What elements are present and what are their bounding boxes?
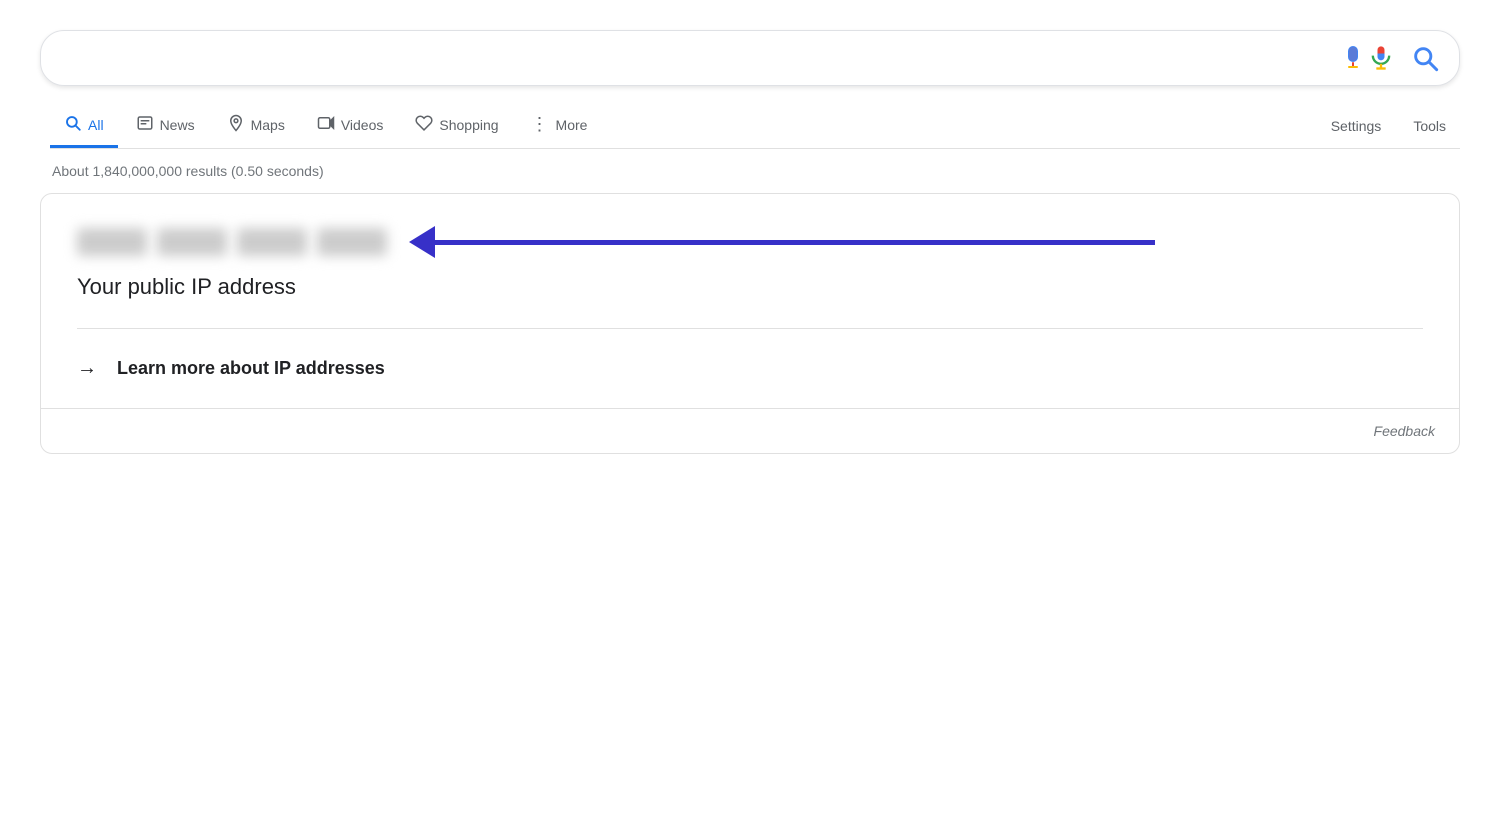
arrow-line <box>435 240 1155 245</box>
learn-more-text: Learn more about IP addresses <box>117 358 385 379</box>
more-icon: ⋮ <box>531 114 550 135</box>
tab-videos-label: Videos <box>341 117 384 133</box>
tab-more[interactable]: ⋮ More <box>517 104 602 148</box>
search-input[interactable]: what's my ip address <box>61 47 1339 70</box>
mic-icon-colored <box>1367 41 1395 75</box>
ip-section: Your public IP address <box>41 194 1459 328</box>
tab-videos[interactable]: Videos <box>303 104 398 148</box>
ip-label: Your public IP address <box>77 274 1423 300</box>
tab-all-label: All <box>88 117 104 133</box>
tools-link[interactable]: Tools <box>1399 108 1460 144</box>
arrow-head <box>409 226 435 258</box>
mic-button[interactable] <box>1339 41 1395 75</box>
right-arrow-icon: → <box>77 357 97 380</box>
learn-more-row[interactable]: → Learn more about IP addresses <box>41 329 1459 408</box>
ip-block-4 <box>317 228 387 256</box>
mic-icon <box>1339 44 1367 72</box>
ip-block-2 <box>157 228 227 256</box>
tab-shopping-label: Shopping <box>439 117 498 133</box>
feedback-link[interactable]: Feedback <box>1374 423 1435 439</box>
tab-all[interactable]: All <box>50 104 118 148</box>
shopping-icon <box>415 114 433 135</box>
ip-blurred <box>77 228 387 256</box>
ip-row <box>77 226 1423 258</box>
tab-news[interactable]: News <box>122 104 209 148</box>
all-icon <box>64 114 82 135</box>
ip-block-3 <box>237 228 307 256</box>
feedback-row: Feedback <box>41 409 1459 453</box>
search-bar: what's my ip address <box>40 30 1460 86</box>
nav-right: Settings Tools <box>1317 108 1460 144</box>
tab-maps-label: Maps <box>251 117 285 133</box>
maps-icon <box>227 114 245 135</box>
tab-news-label: News <box>160 117 195 133</box>
tab-shopping[interactable]: Shopping <box>401 104 512 148</box>
videos-icon <box>317 114 335 135</box>
search-button[interactable] <box>1411 44 1439 72</box>
arrow-annotation <box>411 226 1155 258</box>
results-count: About 1,840,000,000 results (0.50 second… <box>52 163 1460 179</box>
search-icons <box>1339 41 1439 75</box>
nav-tabs: All News Maps Videos <box>50 104 1460 149</box>
news-icon <box>136 114 154 135</box>
search-icon <box>1411 44 1439 72</box>
settings-link[interactable]: Settings <box>1317 108 1396 144</box>
tab-more-label: More <box>556 117 588 133</box>
tab-maps[interactable]: Maps <box>213 104 299 148</box>
ip-block-1 <box>77 228 147 256</box>
ip-result-card: Your public IP address → Learn more abou… <box>40 193 1460 454</box>
